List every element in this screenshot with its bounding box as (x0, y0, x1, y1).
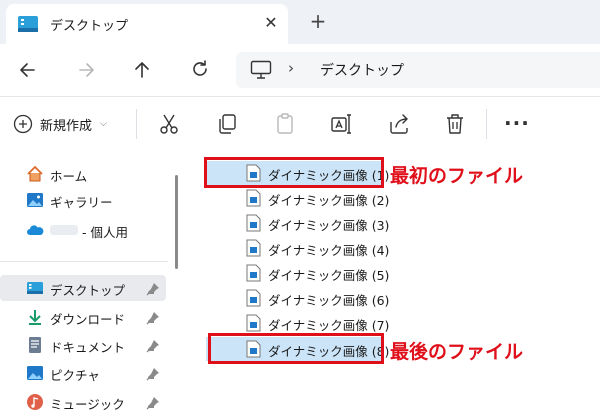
file-name: ダイナミック画像 (6) (268, 293, 390, 308)
file-name: ダイナミック画像 (5) (268, 268, 390, 283)
paste-icon[interactable] (272, 111, 298, 137)
first-file-highlight (204, 157, 384, 188)
tab-title: デスクトップ (50, 19, 129, 34)
close-tab-button[interactable]: ✕ (260, 12, 282, 34)
sidebar-item-music[interactable]: ミュージック (0, 389, 166, 415)
image-file-icon (246, 239, 261, 257)
chevron-down-icon: ⌵ (100, 119, 107, 129)
cut-icon[interactable] (156, 111, 182, 137)
address-bar[interactable]: › デスクトップ (236, 52, 600, 88)
image-file-icon (246, 264, 261, 282)
pin-icon[interactable] (146, 395, 160, 410)
copy-icon[interactable] (214, 111, 240, 137)
command-separator (136, 109, 137, 139)
up-arrow-icon[interactable] (128, 56, 156, 84)
documents-icon (26, 336, 44, 354)
refresh-icon[interactable] (186, 56, 214, 84)
desktop-folder-icon (18, 16, 38, 32)
navigation-pane: ホーム ギャラリー - 個人用 デスクトップ ダウンロード ドキュメント ピクチ… (0, 151, 168, 417)
sidebar-item-label: ギャラリー (50, 195, 113, 210)
file-item[interactable]: ダイナミック画像 (7) (206, 311, 389, 335)
sidebar-item-downloads[interactable]: ダウンロード (0, 304, 166, 330)
breadcrumb-separator[interactable]: › (288, 59, 294, 77)
title-bar: デスクトップ ✕ + (0, 0, 600, 44)
new-button[interactable]: 新規作成 ⌵ (12, 111, 107, 137)
desktop-icon (26, 279, 44, 297)
sidebar-scrollbar[interactable] (175, 175, 178, 269)
gallery-icon (26, 191, 44, 209)
breadcrumb-desktop[interactable]: デスクトップ (320, 60, 404, 80)
last-file-highlight (208, 333, 384, 364)
file-list: ダイナミック画像 (1) ダイナミック画像 (2) ダイナミック画像 (3) ダ… (186, 151, 600, 417)
file-item[interactable]: ダイナミック画像 (2) (206, 186, 389, 210)
sidebar-item-home[interactable]: ホーム (0, 161, 166, 187)
sidebar-item-onedrive[interactable]: - 個人用 (0, 217, 166, 243)
plus-circle-icon (12, 113, 34, 135)
file-item[interactable]: ダイナミック画像 (5) (206, 261, 389, 285)
back-arrow-icon[interactable] (14, 56, 42, 84)
image-file-icon (246, 214, 261, 232)
file-item[interactable]: ダイナミック画像 (3) (206, 211, 389, 235)
sidebar-item-pictures[interactable]: ピクチャ (0, 360, 166, 386)
rename-icon[interactable] (329, 111, 355, 137)
file-name: ダイナミック画像 (7) (268, 318, 390, 333)
navigation-bar: › デスクトップ (0, 44, 600, 96)
image-file-icon (246, 314, 261, 332)
tab-desktop[interactable]: デスクトップ ✕ (6, 4, 288, 44)
image-file-icon (246, 289, 261, 307)
sidebar-item-label: ミュージック (50, 397, 125, 412)
this-pc-icon (250, 60, 272, 80)
file-name: ダイナミック画像 (3) (268, 218, 390, 233)
pictures-icon (26, 364, 44, 382)
onedrive-cloud-icon (26, 221, 44, 239)
sidebar-item-desktop[interactable]: デスクトップ (0, 275, 166, 301)
sidebar-item-label: ドキュメント (50, 340, 126, 355)
sidebar-item-label: ホーム (50, 169, 88, 184)
sidebar-item-label: - 個人用 (82, 225, 128, 240)
share-icon[interactable] (386, 111, 412, 137)
music-icon (26, 393, 44, 411)
delete-icon[interactable] (442, 111, 468, 137)
account-name-redacted (50, 225, 78, 235)
sidebar-item-gallery[interactable]: ギャラリー (0, 187, 166, 213)
last-file-callout: 最後のファイル (390, 341, 524, 363)
pin-icon[interactable] (146, 310, 160, 325)
new-button-label: 新規作成 (40, 118, 93, 134)
pin-icon[interactable] (146, 338, 160, 353)
download-icon (26, 308, 44, 326)
more-options-button[interactable]: ··· (504, 111, 530, 135)
file-name: ダイナミック画像 (4) (268, 243, 390, 258)
command-separator (486, 109, 487, 139)
sidebar-item-label: デスクトップ (50, 283, 126, 298)
sidebar-divider (0, 261, 168, 262)
file-item[interactable]: ダイナミック画像 (4) (206, 236, 389, 260)
file-name: ダイナミック画像 (2) (268, 193, 390, 208)
sidebar-item-label: ダウンロード (50, 312, 126, 327)
first-file-callout: 最初のファイル (390, 165, 524, 187)
forward-arrow-icon[interactable] (72, 56, 100, 84)
new-tab-button[interactable]: + (306, 10, 330, 34)
pin-icon[interactable] (146, 366, 160, 381)
command-bar: 新規作成 ⌵ ··· (0, 97, 600, 151)
file-item[interactable]: ダイナミック画像 (6) (206, 286, 389, 310)
pin-icon[interactable] (146, 281, 160, 296)
home-icon (26, 165, 44, 183)
sidebar-item-documents[interactable]: ドキュメント (0, 332, 166, 358)
sidebar-item-label: ピクチャ (50, 368, 100, 383)
image-file-icon (246, 189, 261, 207)
